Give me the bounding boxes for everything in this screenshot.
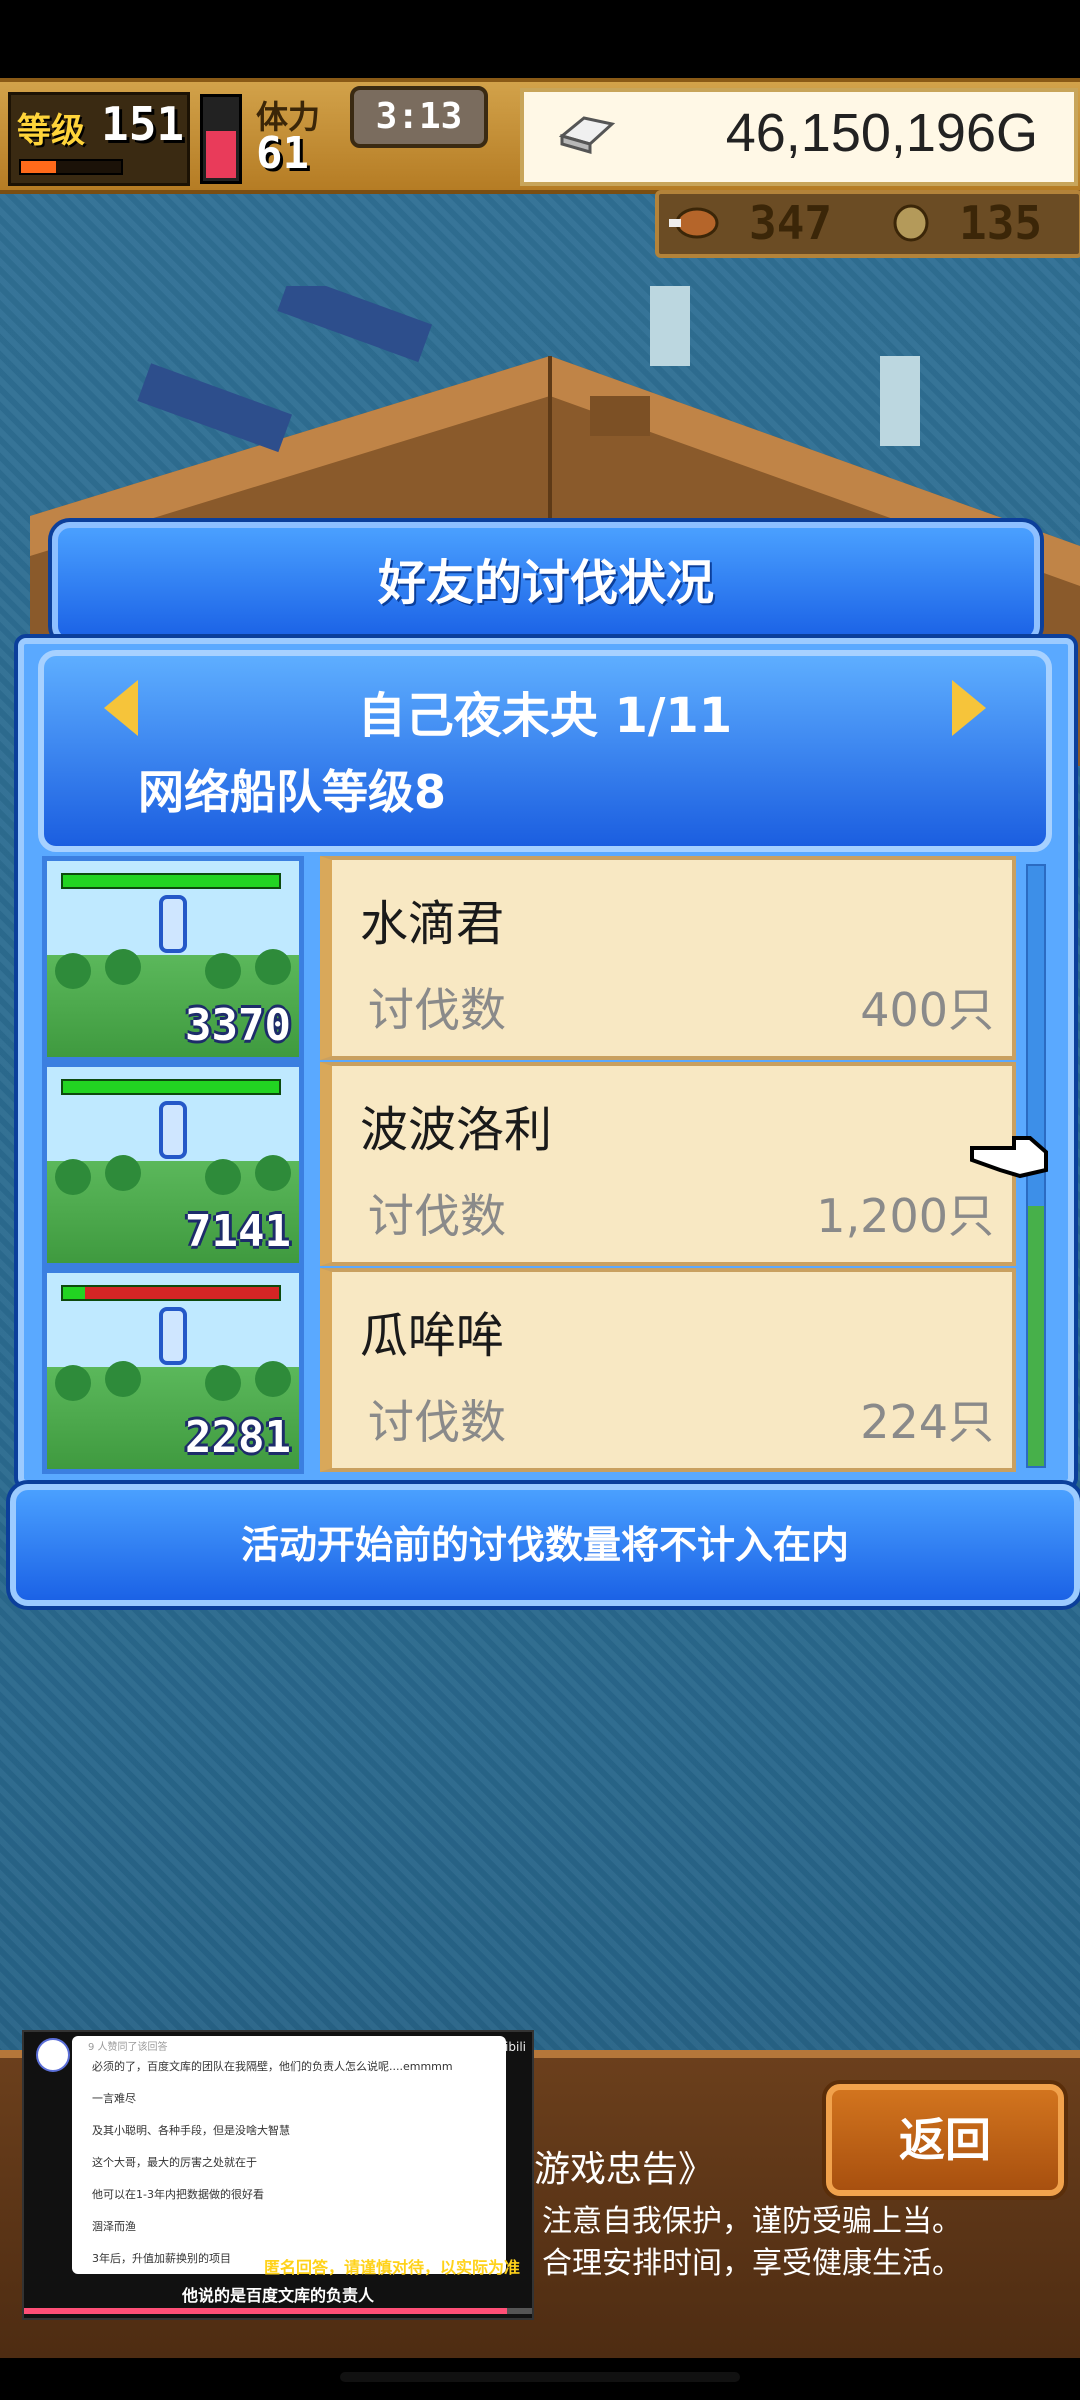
monster-hp-fill [63,1081,279,1093]
coin-count: 135 [959,196,1043,250]
tree-icon [55,1155,291,1195]
kill-count-label: 讨伐数 [368,983,506,1037]
kill-count-value: 1,200只 [816,1189,994,1243]
stamina-gauge [200,94,242,184]
video-text-line: 他可以在1-3年内把数据做的很好看 [92,2188,264,2201]
video-caption: 他说的是百度文库的负责人 [181,2286,374,2305]
silver-ingot-icon [558,116,616,154]
coin-icon [893,204,929,242]
video-text-line: 及其小聪明、各种手段，但是没啥大智慧 [92,2124,290,2137]
friend-name: 自己夜未央 1/11 [357,688,733,744]
fleet-level: 网络船队等级8 [138,765,447,819]
video-text-line: 一言难尽 [92,2092,136,2105]
level-label: 等级 [17,111,85,151]
home-indicator[interactable] [340,2372,740,2382]
monster-card: 波波洛利 讨伐数 1,200只 [320,1062,1016,1266]
monster-hp-bar [61,1285,281,1301]
advice-title: 游戏忠告》 [534,2149,715,2190]
video-text-line: 必须的了，百度文库的团队在我隔壁，他们的负责人怎么说呢....emmmm [92,2060,453,2073]
monster-hp-fill [63,875,279,887]
monster-count: 7141 [185,1206,291,1257]
meat-count: 347 [749,196,833,250]
gold-panel: 46,150,196G [520,88,1078,186]
meat-icon [669,207,719,239]
kill-count-label: 讨伐数 [368,1189,506,1243]
notice-text: 活动开始前的讨伐数量将不计入在内 [240,1523,849,1567]
stamina-gauge-fill [206,131,236,178]
video-progress-fill [24,2308,507,2314]
friend-header: 自己夜未央 1/11 网络船队等级8 [38,650,1052,852]
list-scrollbar-thumb[interactable] [1028,1206,1044,1466]
video-progress-bar[interactable] [24,2308,532,2314]
monster-card: 瓜哞哞 讨伐数 224只 [320,1268,1016,1472]
pointer-hand-icon [970,1136,1048,1179]
monster-name: 瓜哞哞 [360,1308,505,1364]
tree-icon [55,949,291,989]
video-warning: 匿名回答，请谨慎对待，以实际为准 [264,2258,521,2277]
stamina-value: 61 [256,128,309,179]
monster-thumbnail: 2281 [42,1268,304,1474]
exp-bar-fill [21,161,56,173]
video-text-line: 3年后，升值加薪换别的项目 [92,2252,231,2265]
monster-hp-bar [61,873,281,889]
monster-row[interactable]: 7141 波波洛利 讨伐数 1,200只 [42,1062,1016,1268]
monster-hp-bar [61,1079,281,1095]
avatar [36,2038,70,2072]
notice-banner: 活动开始前的讨伐数量将不计入在内 [10,1484,1080,1606]
advice-line: 注意自我保护，谨防受骗上当。 [542,2204,962,2239]
friend-hunt-panel: 自己夜未央 1/11 网络船队等级8 3370 水滴君 讨伐数 400只 714… [18,638,1074,1486]
video-text-line: 这个大哥，最大的厉害之处就在于 [92,2156,257,2169]
advice-line: 合理安排时间，享受健康生活。 [542,2246,962,2281]
monster-thumbnail: 7141 [42,1062,304,1268]
top-status-bar: 等级 151 体力 61 3:13 46,150,196G [0,78,1080,194]
resource-bar: 347 135 [655,190,1080,258]
exp-bar [19,159,123,175]
monster-name: 波波洛利 [360,1102,553,1158]
monster-name: 水滴君 [360,896,505,952]
monster-count: 3370 [185,1000,291,1051]
kill-count-label: 讨伐数 [368,1395,506,1449]
return-button[interactable]: 返回 [826,2084,1064,2196]
video-header: 9 人赞同了该回答 [88,2042,168,2053]
dialog-title: 好友的讨伐状况 [377,555,714,611]
video-frame: 9 人赞同了该回答 必须的了，百度文库的团队在我隔壁，他们的负责人怎么说呢...… [72,2036,506,2274]
tree-icon [55,1361,291,1401]
kill-count-value: 224只 [860,1395,994,1449]
monster-hp-fill [63,1287,85,1299]
gold-amount: 46,150,196G [725,103,1038,163]
monster-count: 2281 [185,1412,291,1463]
kill-count-value: 400只 [860,983,994,1037]
monster-row[interactable]: 2281 瓜哞哞 讨伐数 224只 [42,1268,1016,1474]
monster-thumbnail: 3370 [42,856,304,1062]
stamina-timer: 3:13 [350,86,488,148]
level-panel: 等级 151 [8,92,190,186]
monster-card: 水滴君 讨伐数 400只 [320,856,1016,1060]
monster-row[interactable]: 3370 水滴君 讨伐数 400只 [42,856,1016,1062]
floating-video-window[interactable]: bilibili 9 人赞同了该回答 必须的了，百度文库的团队在我隔壁，他们的负… [22,2030,534,2320]
dialog-title-bar: 好友的讨伐状况 [52,522,1040,644]
level-value: 151 [101,97,185,151]
next-friend-arrow-icon[interactable] [952,680,986,736]
video-text-line: 涸泽而渔 [92,2220,136,2233]
